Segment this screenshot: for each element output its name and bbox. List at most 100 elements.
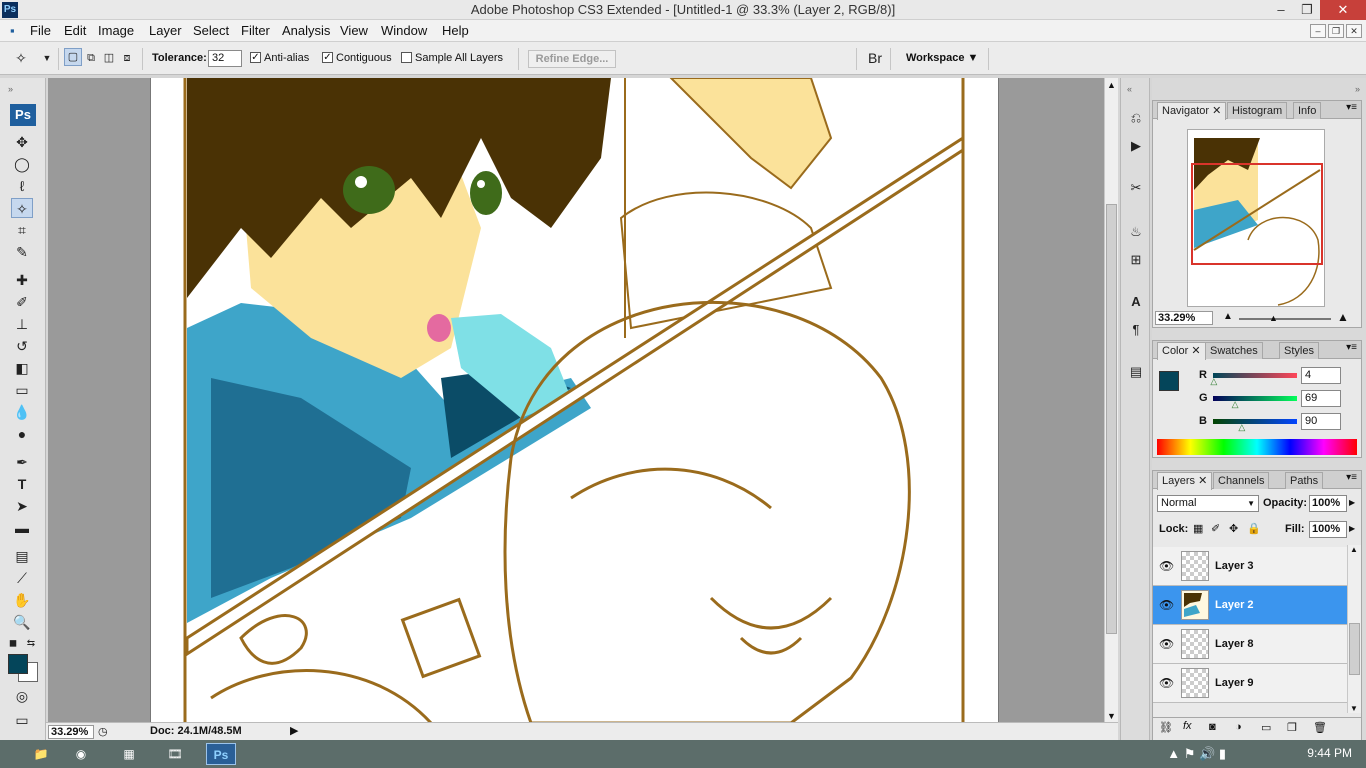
opacity-arrow-icon[interactable]: ▶ — [1349, 498, 1355, 507]
media-taskbar-icon[interactable]: 🎞 — [160, 743, 190, 765]
marquee-icon[interactable]: ◯ — [11, 154, 33, 174]
minimize-button[interactable]: – — [1268, 0, 1294, 20]
menu-analysis[interactable]: Analysis — [282, 23, 330, 38]
layer-style-icon[interactable]: fx — [1183, 720, 1192, 732]
layer-mask-icon[interactable]: ◙ — [1209, 721, 1216, 733]
color-foreground-swatch[interactable] — [1159, 371, 1179, 391]
blue-value-input[interactable]: 90 — [1301, 413, 1341, 430]
toolbox-grip-icon[interactable]: » — [8, 84, 13, 94]
scroll-thumb[interactable] — [1106, 204, 1117, 634]
ps-menu-icon[interactable]: ▪ — [10, 23, 15, 38]
scroll-down-icon[interactable]: ▼ — [1350, 704, 1358, 713]
menu-filter[interactable]: Filter — [241, 23, 270, 38]
foreground-color-swatch[interactable] — [8, 654, 28, 674]
history-panel-icon[interactable]: ⎌ — [1126, 108, 1146, 128]
red-slider-thumb-icon[interactable]: △ — [1210, 376, 1217, 387]
paragraph-panel-icon[interactable]: ¶ — [1126, 320, 1146, 340]
photoshop-taskbar-icon[interactable]: Ps — [206, 743, 236, 765]
blue-slider-thumb-icon[interactable]: △ — [1238, 422, 1245, 433]
lock-position-icon[interactable]: ✥ — [1229, 522, 1238, 535]
document-canvas[interactable] — [150, 78, 999, 723]
layer-row-layer-9[interactable]: 👁 Layer 9 — [1153, 664, 1347, 703]
intersect-selection-icon[interactable]: ⧈ — [118, 48, 136, 68]
tab-navigator[interactable]: Navigator ✕ — [1157, 102, 1227, 120]
menu-image[interactable]: Image — [98, 23, 134, 38]
tolerance-input[interactable]: 32 — [208, 50, 242, 67]
tool-presets-icon[interactable]: ✂ — [1126, 178, 1146, 198]
panel-menu-icon[interactable]: ▾≡ — [1346, 472, 1357, 483]
fill-input[interactable]: 100% — [1309, 521, 1347, 538]
panel-menu-icon[interactable]: ▾≡ — [1346, 102, 1357, 113]
navigator-thumbnail[interactable] — [1187, 129, 1325, 307]
menu-view[interactable]: View — [340, 23, 368, 38]
preset-dropdown-icon[interactable]: ▼ — [36, 48, 58, 68]
menu-window[interactable]: Window — [381, 23, 427, 38]
visibility-eye-icon[interactable]: 👁 — [1159, 559, 1174, 573]
add-selection-icon[interactable]: ⧉ — [82, 48, 100, 68]
tab-histogram[interactable]: Histogram — [1227, 102, 1288, 119]
delete-layer-icon[interactable]: 🗑 — [1313, 721, 1327, 734]
sample-all-layers-checkbox[interactable] — [401, 52, 412, 63]
navigator-zoom-slider[interactable] — [1239, 318, 1331, 320]
navigator-zoom-field[interactable]: 33.29% — [1155, 311, 1213, 325]
default-colors-icon[interactable]: ◼ — [6, 634, 20, 654]
zoom-slider-thumb-icon[interactable]: ▲ — [1269, 313, 1278, 323]
subtract-selection-icon[interactable]: ◫ — [100, 48, 118, 68]
gradient-icon[interactable]: ▭ — [11, 380, 33, 400]
doc-restore-button[interactable]: ❐ — [1328, 24, 1344, 38]
contiguous-checkbox[interactable]: ✓ — [322, 52, 333, 63]
doc-minimize-button[interactable]: – — [1310, 24, 1326, 38]
brush-icon[interactable]: ✐ — [11, 292, 33, 312]
shape-icon[interactable]: ▬ — [11, 518, 33, 538]
menu-select[interactable]: Select — [193, 23, 229, 38]
screen-mode-icon[interactable]: ▭ — [11, 710, 33, 730]
slice-icon[interactable]: ✎ — [11, 242, 33, 262]
dodge-icon[interactable]: ● — [11, 424, 33, 444]
chrome-taskbar-icon[interactable]: ◉ — [66, 743, 96, 765]
green-value-input[interactable]: 69 — [1301, 390, 1341, 407]
scroll-thumb[interactable] — [1349, 623, 1360, 675]
scroll-down-icon[interactable]: ▼ — [1107, 711, 1116, 721]
menu-layer[interactable]: Layer — [149, 23, 182, 38]
blue-slider[interactable] — [1213, 419, 1297, 424]
history-brush-icon[interactable]: ↺ — [11, 336, 33, 356]
lock-transparency-icon[interactable]: ▦ — [1193, 522, 1203, 535]
tab-swatches[interactable]: Swatches — [1205, 342, 1263, 359]
layer-row-layer-3[interactable]: 👁 Layer 3 — [1153, 547, 1347, 586]
swap-colors-icon[interactable]: ⇆ — [24, 634, 38, 654]
vertical-scrollbar[interactable]: ▲ ▼ — [1104, 78, 1118, 723]
tab-layers[interactable]: Layers ✕ — [1157, 472, 1213, 490]
adjustment-layer-icon[interactable]: ◑ — [1235, 721, 1242, 733]
notes-icon[interactable]: ▤ — [11, 546, 33, 566]
status-menu-arrow-icon[interactable]: ▶ — [290, 724, 298, 737]
layer-row-layer-2[interactable]: 👁 Layer 2 — [1153, 586, 1347, 625]
green-slider-thumb-icon[interactable]: △ — [1232, 399, 1239, 410]
layer-row-layer-8[interactable]: 👁 Layer 8 — [1153, 625, 1347, 664]
clone-source-icon[interactable]: ⊞ — [1126, 250, 1146, 270]
path-select-icon[interactable]: ➤ — [11, 496, 33, 516]
new-group-icon[interactable]: ▭ — [1261, 721, 1271, 734]
visibility-eye-icon[interactable]: 👁 — [1159, 676, 1174, 690]
network-taskbar-icon[interactable]: ▦ — [114, 743, 144, 765]
zoom-icon[interactable]: 🔍 — [11, 612, 33, 632]
hand-icon[interactable]: ✋ — [11, 590, 33, 610]
eyedropper-icon[interactable]: ⟋ — [11, 568, 33, 588]
magic-wand-preset-icon[interactable]: ✧ — [10, 48, 32, 68]
tab-paths[interactable]: Paths — [1285, 472, 1324, 489]
move-icon[interactable]: ✥ — [11, 132, 33, 152]
panel-collapse-icon[interactable]: » — [1355, 84, 1360, 94]
menu-file[interactable]: File — [30, 23, 51, 38]
quick-mask-icon[interactable]: ◎ — [11, 686, 33, 706]
eraser-icon[interactable]: ◧ — [11, 358, 33, 378]
menu-edit[interactable]: Edit — [64, 23, 86, 38]
anti-alias-checkbox[interactable]: ✓ — [250, 52, 261, 63]
zoom-level-field[interactable]: 33.29% — [48, 725, 94, 739]
tab-channels[interactable]: Channels — [1213, 472, 1270, 489]
scroll-up-icon[interactable]: ▲ — [1107, 80, 1116, 90]
tab-info[interactable]: Info — [1293, 102, 1322, 119]
brushes-panel-icon[interactable]: ♨ — [1126, 222, 1146, 242]
green-slider[interactable] — [1213, 396, 1297, 401]
fill-arrow-icon[interactable]: ▶ — [1349, 524, 1355, 533]
bridge-icon[interactable]: Br — [864, 48, 886, 68]
close-button[interactable]: ✕ — [1320, 0, 1366, 20]
